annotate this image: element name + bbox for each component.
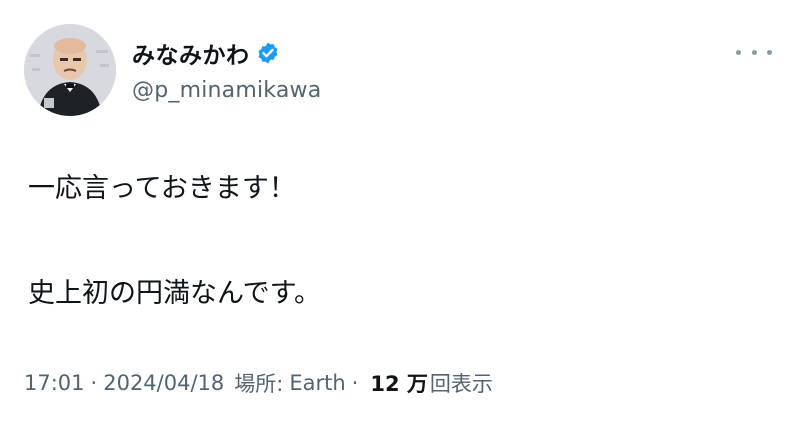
tweet-line: 一応言っておきます！ [28, 173, 296, 204]
tweet-line: 史上初の円満なんです。 [28, 278, 321, 309]
avatar[interactable] [24, 24, 116, 116]
location[interactable]: Earth [289, 371, 345, 395]
views-count: 12 万 [370, 372, 428, 396]
separator: · [351, 371, 359, 395]
more-options-icon[interactable] [736, 40, 772, 64]
user-handle[interactable]: @p_minamikawa [132, 78, 321, 103]
separator: · [90, 371, 98, 395]
location-label: 場所: [234, 372, 284, 396]
tweet-time[interactable]: 17:01 [24, 371, 85, 395]
avatar-image [24, 24, 116, 116]
tweet-text: 一応言っておきます！ 史上初の円満なんです。 [28, 168, 758, 315]
dot [767, 49, 772, 55]
tweet-meta: 17:01 · 2024/04/18 場所: Earth · 12 万 回表示 [24, 368, 493, 398]
tweet-header: みなみかわ @p_minamikawa [24, 24, 776, 116]
tweet-date[interactable]: 2024/04/18 [103, 371, 224, 395]
display-name[interactable]: みなみかわ [132, 36, 250, 70]
dot [751, 49, 757, 55]
dot [736, 49, 741, 55]
views-label: 回表示 [429, 372, 493, 396]
verified-badge-icon [258, 42, 277, 64]
